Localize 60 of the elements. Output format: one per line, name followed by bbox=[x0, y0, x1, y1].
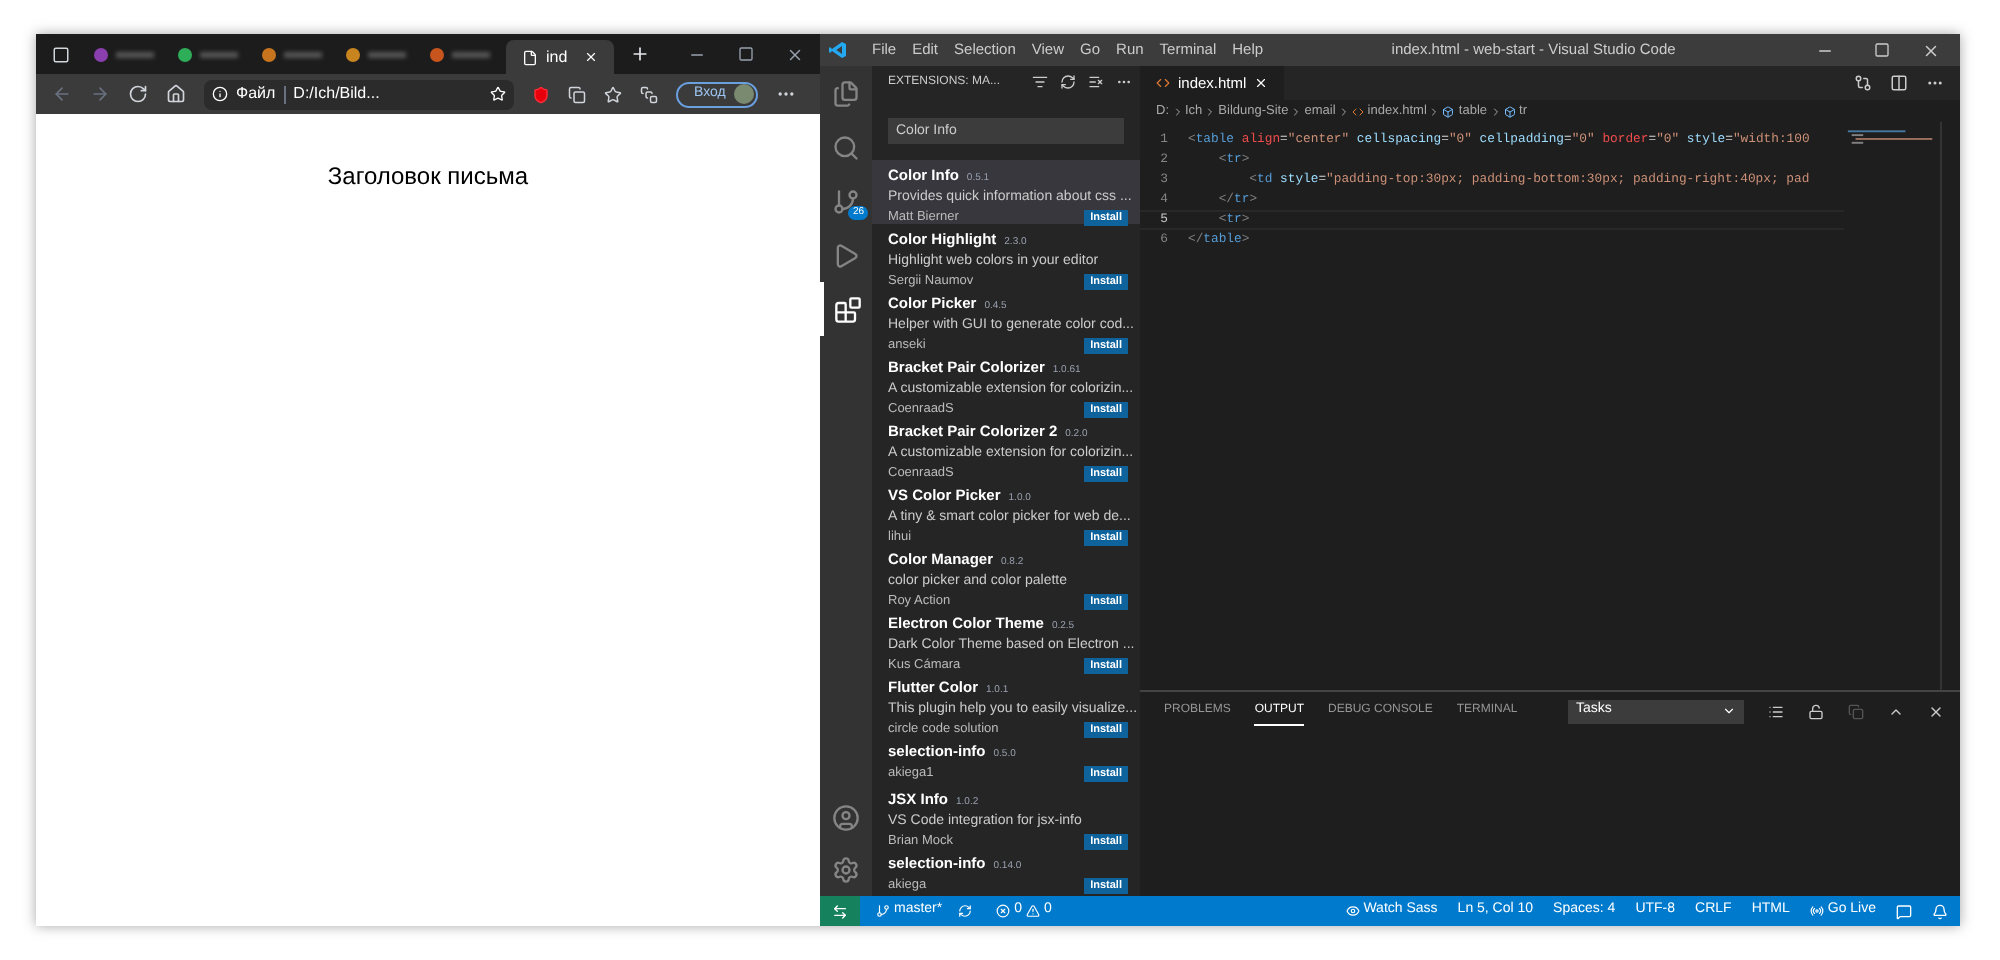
split-editor-icon[interactable] bbox=[1890, 74, 1908, 92]
extensions-icon bbox=[834, 295, 862, 323]
maximize-icon[interactable] bbox=[738, 46, 754, 62]
refresh-icon[interactable] bbox=[128, 84, 148, 104]
favorites-icon[interactable] bbox=[604, 85, 622, 103]
error-icon bbox=[996, 904, 1011, 918]
chevron-icon bbox=[1428, 105, 1441, 117]
page-icon bbox=[522, 49, 538, 65]
chevron-icon bbox=[1489, 105, 1502, 117]
address-bar[interactable]: Файл D:/Ich/Bild... bbox=[204, 79, 514, 109]
chevron-icon bbox=[1337, 105, 1350, 117]
email-heading: Заголовок письма bbox=[327, 160, 529, 194]
home-icon[interactable] bbox=[166, 84, 186, 104]
address-url: D:/Ich/Bild... bbox=[293, 82, 380, 106]
compare-icon[interactable] bbox=[1854, 74, 1872, 92]
collections-icon[interactable] bbox=[640, 85, 658, 103]
chevron-down-icon bbox=[1722, 704, 1736, 718]
branch-icon bbox=[876, 904, 890, 918]
eye-icon bbox=[1345, 904, 1360, 918]
symbol-icon bbox=[1442, 105, 1455, 117]
shield-icon[interactable] bbox=[532, 85, 550, 103]
search-icon bbox=[832, 133, 860, 161]
add-favorite-icon[interactable] bbox=[490, 86, 506, 102]
refresh-icon[interactable] bbox=[1060, 74, 1076, 91]
account-icon[interactable] bbox=[832, 804, 860, 832]
maximize-icon[interactable] bbox=[1874, 42, 1890, 58]
feedback-icon[interactable] bbox=[1896, 903, 1912, 919]
address-scheme: Файл bbox=[236, 82, 276, 106]
close-tab-icon[interactable] bbox=[1254, 76, 1269, 90]
info-icon[interactable] bbox=[212, 86, 228, 102]
extension-icon[interactable] bbox=[568, 85, 586, 103]
new-tab-icon[interactable] bbox=[629, 44, 650, 64]
vscode-logo-icon bbox=[828, 40, 848, 60]
close-icon[interactable] bbox=[786, 45, 804, 63]
remote-icon bbox=[832, 903, 848, 919]
symbol-icon bbox=[1503, 105, 1516, 117]
list-icon[interactable] bbox=[1768, 703, 1784, 719]
broadcast-icon bbox=[1809, 904, 1824, 918]
close-panel-icon[interactable] bbox=[1928, 703, 1944, 719]
run-icon bbox=[832, 241, 860, 269]
chevron-icon bbox=[1171, 105, 1183, 117]
remote-button[interactable] bbox=[820, 896, 860, 926]
filter-icon[interactable] bbox=[1032, 74, 1048, 91]
close-tab-icon[interactable] bbox=[583, 50, 598, 64]
files-icon bbox=[832, 79, 860, 107]
chevron-icon bbox=[1204, 105, 1217, 117]
close-icon[interactable] bbox=[1922, 41, 1940, 59]
chevron-icon bbox=[1290, 105, 1303, 117]
settings-icon[interactable] bbox=[832, 856, 860, 884]
sync-icon[interactable] bbox=[958, 904, 973, 918]
browser-tab[interactable]: ind bbox=[506, 40, 614, 74]
avatar-icon bbox=[733, 84, 754, 104]
warning-icon bbox=[1026, 904, 1041, 918]
tab-actions-icon[interactable] bbox=[52, 45, 70, 63]
branch-icon bbox=[832, 187, 860, 215]
html-icon bbox=[1156, 76, 1170, 90]
clear-icon[interactable] bbox=[1088, 74, 1104, 91]
lock-icon[interactable] bbox=[1808, 703, 1824, 719]
html-icon bbox=[1351, 105, 1364, 117]
bell-icon[interactable] bbox=[1932, 903, 1948, 919]
